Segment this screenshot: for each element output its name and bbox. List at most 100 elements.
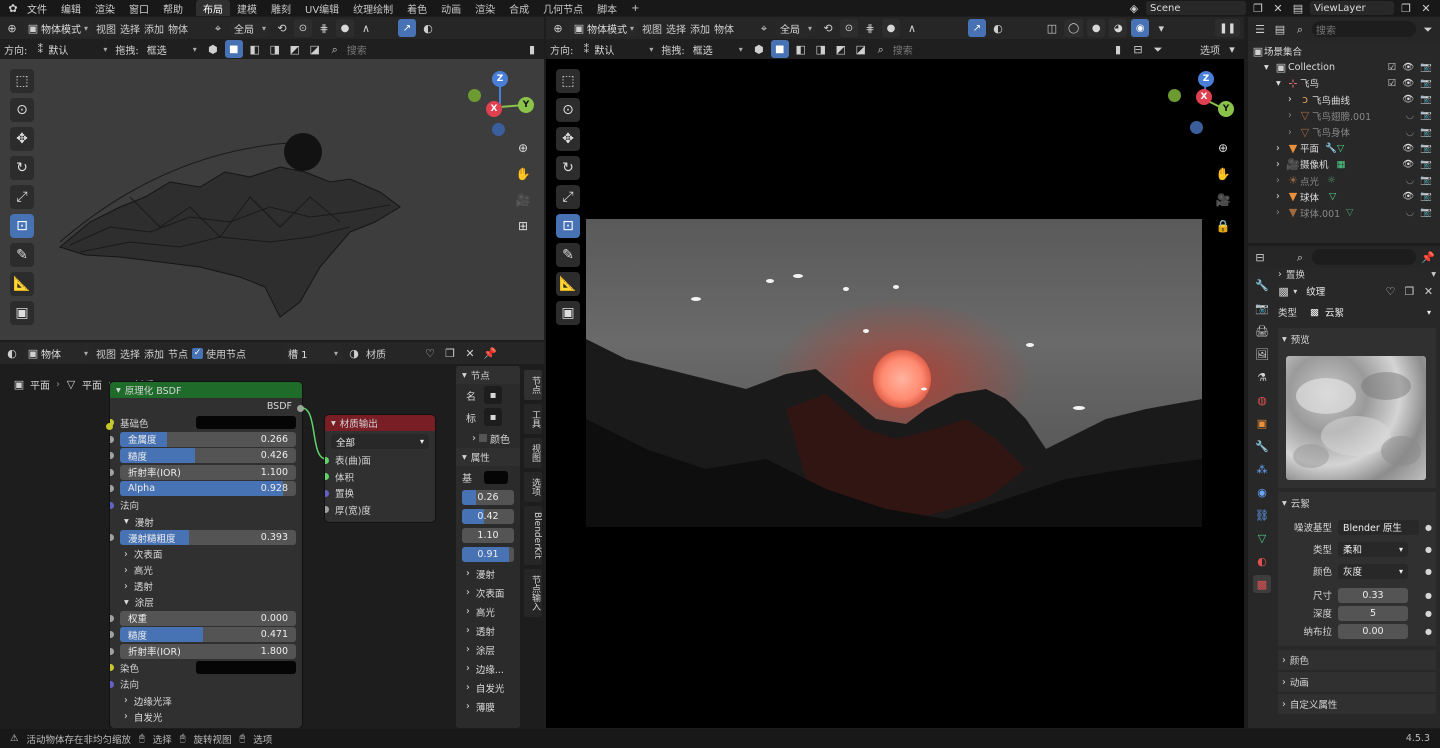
- camera-view-icon[interactable]: 🎥: [512, 189, 534, 211]
- right-annotate-tool[interactable]: ✎: [556, 243, 580, 267]
- select-extend-icon[interactable]: ◧: [247, 41, 263, 57]
- left-drag-dropdown[interactable]: 框选 ▾: [143, 40, 201, 58]
- right-menu-select[interactable]: 选择: [666, 21, 686, 36]
- right-select-mode-set-button[interactable]: ■: [770, 40, 789, 58]
- right-gizmo-toggle-button[interactable]: ↗: [968, 19, 986, 37]
- surface-socket[interactable]: [325, 456, 329, 464]
- right-3d-viewport[interactable]: ⊕ ▣ 物体模式 ▾ 视图 选择 添加 物体 ⌖ 全局 ▾ ⟲ ⊙ ⋕ ● ∧ ↗ ◐…: [546, 17, 1244, 728]
- eye-icon[interactable]: 👁: [1402, 191, 1414, 202]
- keyframe-dot-icon[interactable]: ●: [1425, 567, 1432, 576]
- alpha-slider[interactable]: Alpha 0.928: [120, 481, 296, 497]
- emission-section[interactable]: › 自发光: [112, 709, 302, 725]
- left-navigation-gizmo[interactable]: Z Y X: [466, 71, 536, 141]
- outliner-row-bird-body[interactable]: › ▽ 飞鸟身体 ◡ 📷: [1252, 124, 1436, 140]
- left-bookmark-icon[interactable]: ▮: [524, 41, 540, 57]
- keyframe-dot-icon[interactable]: ●: [1425, 591, 1432, 600]
- custom-props-panel-header[interactable]: › 自定义属性: [1278, 694, 1436, 714]
- coat-weight-slider[interactable]: 权重 0.000: [120, 610, 296, 626]
- sidebar-section-sheen[interactable]: › 边缘...: [466, 659, 520, 678]
- blender-logo-icon[interactable]: ✿: [6, 0, 20, 16]
- physics-tab-icon[interactable]: ◉: [1253, 483, 1271, 501]
- workspace-tab-uv[interactable]: UV编辑: [298, 0, 346, 16]
- options-caret-icon[interactable]: ▾: [1224, 41, 1240, 57]
- output-tab-icon[interactable]: 🖨: [1253, 322, 1271, 340]
- output-target-dropdown[interactable]: 全部 ▾: [331, 434, 429, 449]
- filter-icon[interactable]: ⏷: [1150, 41, 1166, 57]
- noise-basis-dropdown[interactable]: Blender 原生: [1338, 519, 1420, 535]
- node-label-field[interactable]: ▪: [484, 408, 502, 426]
- menu-file[interactable]: 文件: [20, 1, 54, 16]
- outliner-filter-icon[interactable]: ⏷: [1420, 21, 1436, 37]
- camera-render-icon[interactable]: 📷: [1420, 110, 1432, 121]
- right-options-dropdown[interactable]: 选项: [1200, 42, 1220, 57]
- coat-normal-socket[interactable]: [110, 680, 114, 688]
- right-move-tool[interactable]: ✥: [556, 127, 580, 151]
- node-menu-select[interactable]: 选择: [120, 346, 140, 361]
- material-output-node[interactable]: ▾ 材质输出 全部 ▾ 表(曲)面 体积 置换 厚(宽)度: [325, 415, 435, 522]
- diffuse-section[interactable]: ▾ 漫射: [112, 514, 302, 530]
- right-falloff-icon[interactable]: ∧: [904, 20, 920, 36]
- keyframe-dot-icon[interactable]: ●: [1425, 523, 1432, 532]
- right-menu-view[interactable]: 视图: [642, 21, 662, 36]
- view-layer-selector[interactable]: ViewLayer: [1310, 1, 1394, 15]
- side-tab-node-input[interactable]: 节点输入: [524, 568, 542, 617]
- right-gizmo-y-axis[interactable]: Y: [1218, 101, 1234, 117]
- animation-panel-header[interactable]: › 动画: [1278, 672, 1436, 692]
- outliner-row-sphere[interactable]: › ▼ 球体 ▽ 👁 📷: [1252, 189, 1436, 205]
- shading-wireframe-button[interactable]: ◯: [1064, 19, 1084, 37]
- right-proportional-edit-button[interactable]: ●: [882, 19, 900, 37]
- sidebar-section-specular[interactable]: › 高光: [466, 602, 520, 621]
- select-mode-set-button[interactable]: ■: [224, 40, 243, 58]
- eye-hidden-icon[interactable]: ◡: [1406, 127, 1414, 138]
- left-menu-object[interactable]: 物体: [168, 21, 188, 36]
- sidebar-section-thin-film[interactable]: › 薄膜: [466, 697, 520, 716]
- measure-tool[interactable]: 📐: [10, 272, 34, 296]
- camera-render-icon[interactable]: 📷: [1420, 175, 1432, 186]
- right-cursor-tool[interactable]: ⊙: [556, 98, 580, 122]
- camera-render-icon[interactable]: 📷: [1420, 94, 1432, 105]
- right-direction-dropdown[interactable]: ⁑ 默认 ▾: [577, 40, 657, 58]
- properties-type-icon[interactable]: ⊟: [1252, 249, 1268, 265]
- right-add-cube-tool[interactable]: ▣: [556, 301, 580, 325]
- output-node-header[interactable]: ▾ 材质输出: [325, 415, 435, 431]
- view-layer-tab-icon[interactable]: 🖼: [1253, 345, 1271, 363]
- texture-browse-icon[interactable]: ▩: [1278, 283, 1289, 299]
- move-tool[interactable]: ✥: [10, 127, 34, 151]
- size-field[interactable]: 0.33: [1338, 587, 1408, 603]
- camera-render-icon[interactable]: 📷: [1420, 143, 1432, 154]
- left-menu-view[interactable]: 视图: [96, 21, 116, 36]
- left-search-input[interactable]: 搜索: [347, 42, 367, 57]
- ior-field[interactable]: 折射率(IOR) 1.100: [120, 464, 296, 480]
- delete-view-layer-icon[interactable]: ✕: [1418, 0, 1434, 16]
- collapse-caret-icon[interactable]: ▾: [116, 385, 121, 396]
- clouds-panel-header[interactable]: ▾ 云絮: [1278, 492, 1436, 514]
- shading-rendered-button[interactable]: ◉: [1131, 19, 1150, 37]
- coat-ior-socket[interactable]: [110, 647, 114, 655]
- gizmo-neg-y[interactable]: [468, 89, 481, 102]
- roughness-socket[interactable]: [110, 452, 114, 460]
- bsdf-node-header[interactable]: ▾ 原理化 BSDF: [110, 382, 302, 398]
- node-panel-header[interactable]: ▾ 节点: [456, 366, 520, 384]
- display-mode-icon[interactable]: ▤: [1272, 21, 1288, 37]
- add-cube-tool[interactable]: ▣: [10, 301, 34, 325]
- pin-icon[interactable]: 📌: [482, 345, 498, 361]
- outliner-search-input[interactable]: 搜索: [1312, 21, 1416, 37]
- render-tab-icon[interactable]: 📷: [1253, 299, 1271, 317]
- node-object-type-dropdown[interactable]: ▣ 物体 ▾: [24, 344, 92, 362]
- new-view-layer-icon[interactable]: ❐: [1398, 0, 1414, 16]
- left-mode-dropdown[interactable]: ▣ 物体模式 ▾: [24, 19, 92, 37]
- color-attribute-icon[interactable]: ⬢: [205, 41, 221, 57]
- texture-unlink-icon[interactable]: ✕: [1421, 283, 1436, 299]
- shading-material-button[interactable]: ◕: [1109, 19, 1128, 37]
- right-select-box-tool[interactable]: ⬚: [556, 69, 580, 93]
- texture-name-field[interactable]: 纹理: [1301, 283, 1379, 299]
- left-orientation-dropdown[interactable]: 全局 ▾: [230, 19, 270, 37]
- base-color-input-socket[interactable]: [106, 423, 113, 430]
- unlink-material-icon[interactable]: ✕: [462, 345, 478, 361]
- displacement-socket[interactable]: [325, 489, 329, 497]
- context-caret-icon[interactable]: ▾: [1431, 269, 1436, 280]
- sidebar-value-3[interactable]: 1.10: [462, 528, 514, 543]
- subsurface-section[interactable]: › 次表面: [112, 546, 302, 562]
- metallic-slider[interactable]: 金属度 0.266: [120, 431, 296, 447]
- specular-section[interactable]: › 高光: [112, 562, 302, 578]
